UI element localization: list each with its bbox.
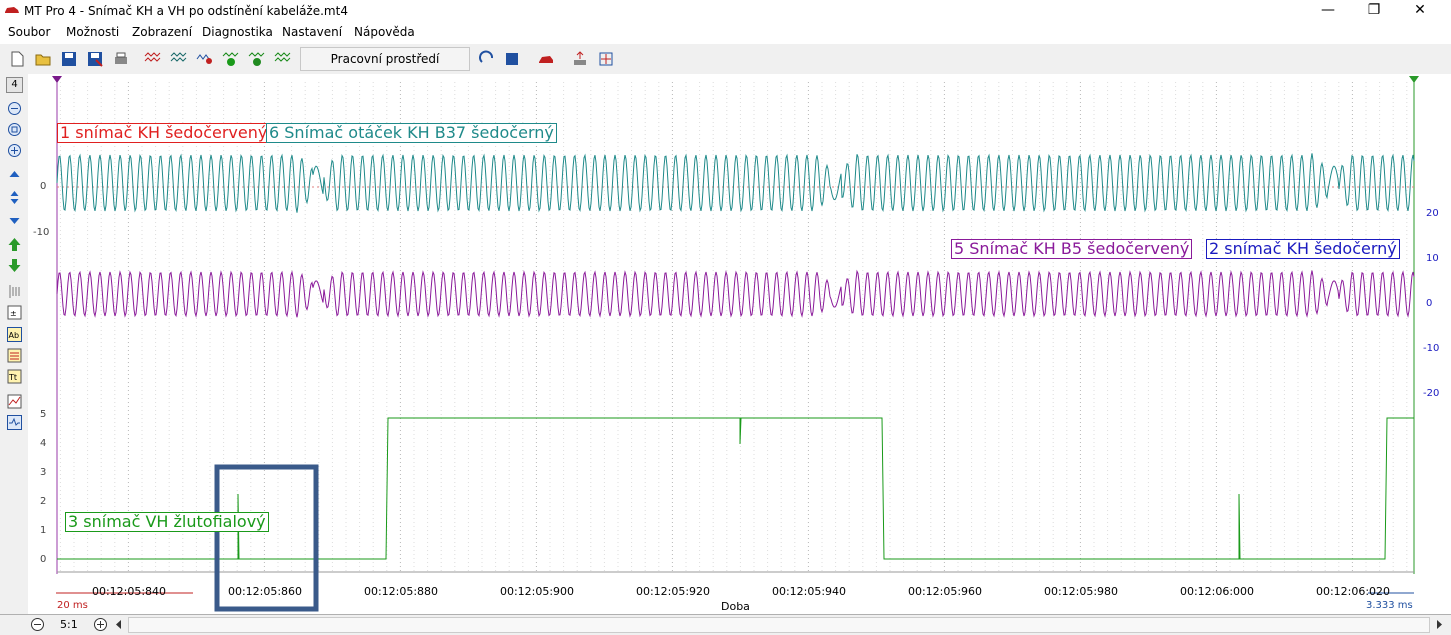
ch6-label[interactable]: 6 Snímač otáček KH B37 šedočerný [266, 123, 557, 143]
time-tick: 00:12:05:840 [91, 585, 167, 598]
zoom-in-time-icon[interactable] [93, 617, 108, 632]
horizontal-scrollbar[interactable] [128, 617, 1430, 633]
bottom-bar: 5:1 [0, 614, 1451, 635]
time-axis-label: Doba [721, 600, 750, 613]
y-label-right-neg10: -10 [1423, 343, 1440, 354]
y-label-bottom-5: 5 [40, 409, 47, 420]
main-toolbar [0, 44, 1451, 75]
close-button[interactable]: ✕ [1397, 0, 1443, 22]
menu-napoveda[interactable]: Nápověda [354, 25, 415, 39]
fit-icon[interactable] [597, 50, 615, 68]
zoom-ratio: 5:1 [60, 618, 78, 631]
right-cursor-marker[interactable] [1409, 76, 1419, 83]
open-folder-icon[interactable] [34, 50, 52, 68]
time-tick: 00:12:06:000 [1179, 585, 1255, 598]
arrow-down-green-icon[interactable] [7, 258, 22, 273]
left-scale-label: 20 ms [57, 600, 88, 611]
y-label-right-0: 0 [1426, 298, 1433, 309]
export-icon[interactable] [571, 50, 589, 68]
vehicle-icon[interactable] [537, 50, 555, 68]
ch5-waveform [56, 269, 1415, 318]
right-scale-label: 3.333 ms [1366, 600, 1413, 611]
zoom-out-icon[interactable] [7, 101, 22, 116]
time-tick: 00:12:05:960 [907, 585, 983, 598]
time-tick: 00:12:05:920 [635, 585, 711, 598]
menu-nastaveni[interactable]: Nastavení [282, 25, 342, 39]
menu-diagnostika[interactable]: Diagnostika [202, 25, 273, 39]
channel-count-button[interactable]: 4 [6, 77, 23, 93]
save-workspace-icon[interactable] [503, 50, 521, 68]
maximize-button[interactable]: ❐ [1351, 0, 1397, 22]
menu-zobrazeni[interactable]: Zobrazení [132, 25, 192, 39]
signal-1-icon[interactable] [144, 50, 162, 68]
expand-icon[interactable] [7, 190, 22, 205]
ch2-label[interactable]: 2 snímač KH šedočerný [1206, 239, 1400, 259]
time-tick: 00:12:05:940 [771, 585, 847, 598]
print-icon[interactable] [112, 50, 130, 68]
signal-2-icon[interactable] [170, 50, 188, 68]
y-label-bottom-3: 3 [40, 467, 47, 478]
ruler-icon[interactable]: ± [7, 305, 22, 320]
svg-text:±: ± [10, 309, 17, 318]
ch3-label[interactable]: 3 snímač VH žlutofialový [65, 512, 269, 532]
svg-text:Ab: Ab [9, 331, 20, 340]
ch1-label[interactable]: 1 snímač KH šedočervený [57, 123, 271, 143]
menu-soubor[interactable]: Soubor [8, 25, 50, 39]
signal-view-icon[interactable] [7, 415, 22, 430]
zoom-in-icon[interactable] [7, 143, 22, 158]
y-label-right-20: 20 [1426, 208, 1439, 219]
chart-view-icon[interactable] [7, 394, 22, 409]
move-down-icon[interactable] [7, 211, 22, 226]
ch6-waveform [56, 153, 1415, 213]
list-icon[interactable] [7, 348, 22, 363]
time-tick: 00:12:06:020 [1315, 585, 1391, 598]
save-as-icon[interactable] [86, 50, 104, 68]
y-label-bottom-1: 1 [40, 525, 47, 536]
minimize-button[interactable]: — [1305, 0, 1351, 22]
time-tick: 00:12:05:980 [1043, 585, 1119, 598]
zoom-reset-icon[interactable] [7, 122, 22, 137]
scroll-left-icon[interactable] [114, 619, 124, 630]
time-tick: 00:12:05:880 [363, 585, 439, 598]
time-tick: 00:12:05:900 [499, 585, 575, 598]
save-icon[interactable] [60, 50, 78, 68]
y-label-bottom-2: 2 [40, 496, 47, 507]
signal-4-icon[interactable] [222, 50, 240, 68]
left-cursor-marker[interactable] [52, 76, 62, 83]
plot-canvas [52, 76, 1419, 612]
time-tick: 00:12:05:860 [227, 585, 303, 598]
title-bar: MT Pro 4 - Snímač KH a VH po odstínění k… [0, 0, 1451, 22]
app-car-icon [5, 7, 19, 13]
y-label-right-neg20: -20 [1423, 388, 1440, 399]
y-label-bottom-0: 0 [40, 554, 47, 565]
text-tool-icon[interactable]: Tt [7, 369, 22, 384]
menu-moznosti[interactable]: Možnosti [66, 25, 119, 39]
arrow-up-green-icon[interactable] [7, 237, 22, 252]
y-label-bottom-4: 4 [40, 438, 47, 449]
scroll-right-icon[interactable] [1434, 619, 1444, 630]
workspace-dropdown[interactable]: Pracovní prostředí [300, 47, 470, 71]
signal-3-icon[interactable] [196, 50, 214, 68]
signal-5-icon[interactable] [248, 50, 266, 68]
move-up-icon[interactable] [7, 169, 22, 184]
y-label-right-10: 10 [1426, 253, 1439, 264]
oscilloscope-plot[interactable] [28, 74, 1451, 614]
ch5-label[interactable]: 5 Snímač KH B5 šedočervený [951, 239, 1193, 259]
left-toolbar: 4 ± Ab Tt [0, 74, 29, 614]
undo-icon[interactable] [478, 50, 496, 68]
svg-text:Tt: Tt [8, 373, 17, 382]
menu-bar: Soubor Možnosti Zobrazení Diagnostika Na… [0, 22, 1451, 42]
y-label-top-0: 0 [40, 181, 47, 192]
signal-6-icon[interactable] [274, 50, 292, 68]
cursor-icon[interactable] [7, 284, 22, 299]
window-title: MT Pro 4 - Snímač KH a VH po odstínění k… [24, 4, 348, 18]
label-icon[interactable]: Ab [7, 327, 22, 342]
zoom-out-time-icon[interactable] [30, 617, 45, 632]
ch3-waveform [57, 417, 1414, 560]
new-file-icon[interactable] [8, 50, 26, 68]
y-label-top-neg10: -10 [33, 227, 50, 238]
